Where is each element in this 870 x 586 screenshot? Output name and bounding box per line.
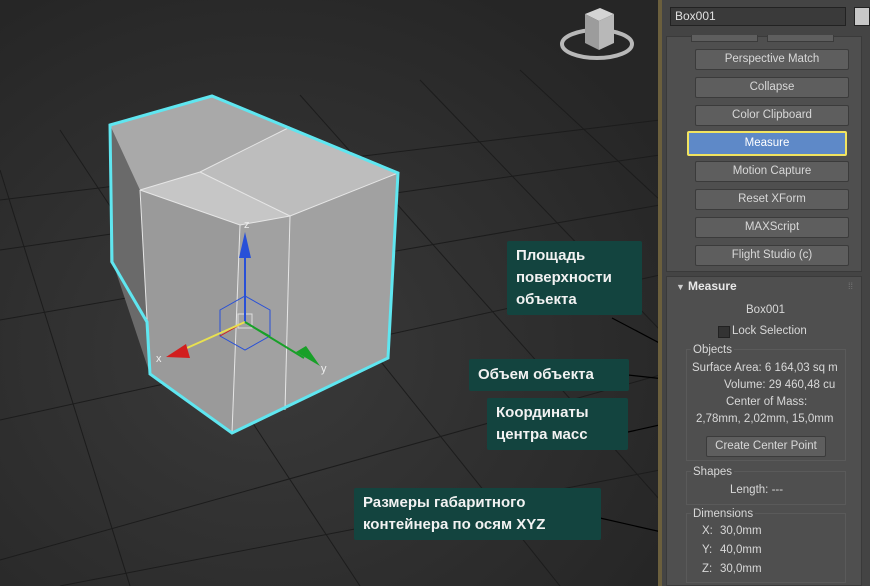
utility-button-motion-capture[interactable]: Motion Capture (695, 161, 849, 182)
utility-button-perspective-match[interactable]: Perspective Match (695, 49, 849, 70)
utility-button-color-clipboard[interactable]: Color Clipboard (695, 105, 849, 126)
utilities-rollout: Perspective Match Collapse Color Clipboard… (666, 35, 862, 272)
rollout-grip-icon: ⁞⁞ (848, 281, 854, 291)
partial-button-left (691, 35, 758, 42)
dimension-x-label: X: (702, 525, 713, 537)
measured-object-name: Box001 (746, 304, 786, 316)
callout-line: центра масс (496, 426, 588, 443)
x-axis-label: x (156, 353, 162, 365)
surface-area-readout: Surface Area: 6 164,03 sq m (692, 362, 838, 374)
dimension-y-value: 40,0mm (720, 544, 762, 556)
y-axis-label: y (321, 363, 327, 375)
lock-selection-checkbox[interactable] (718, 326, 730, 338)
dimension-y-label: Y: (702, 544, 713, 556)
utility-button-measure[interactable]: Measure (687, 131, 847, 156)
measure-rollout-title[interactable]: Measure (688, 279, 737, 293)
objects-group-label: Objects (691, 344, 734, 356)
rollout-collapse-icon[interactable]: ▼ (676, 282, 685, 292)
dimension-z-label: Z: (702, 563, 713, 575)
volume-callout: Объем объекта (469, 359, 629, 391)
lock-selection-label: Lock Selection (732, 325, 807, 337)
utility-button-collapse[interactable]: Collapse (695, 77, 849, 98)
partial-button-right (767, 35, 834, 42)
volume-readout: Volume: 29 460,48 cu (724, 379, 836, 391)
utility-button-reset-xform[interactable]: Reset XForm (695, 189, 849, 210)
surface-area-callout: Площадь поверхности объекта (507, 241, 642, 315)
dimensions-group-label: Dimensions (691, 508, 756, 520)
command-panel: Box001 Perspective Match Collapse Color Cl… (662, 0, 870, 586)
object-color-swatch[interactable] (854, 7, 870, 26)
callout-line: объекта (516, 291, 577, 308)
center-of-mass-callout: Координаты центра масс (487, 398, 628, 450)
dimensions-callout: Размеры габаритного контейнера по осям X… (354, 488, 601, 540)
dimension-z-value: 30,0mm (720, 563, 762, 575)
utility-button-maxscript[interactable]: MAXScript (695, 217, 849, 238)
object-name-field[interactable]: Box001 (670, 7, 846, 26)
callout-line: Координаты (496, 404, 589, 421)
length-readout: Length: --- (730, 484, 784, 496)
center-of-mass-value: 2,78mm, 2,02mm, 15,0mm (696, 413, 834, 425)
callout-line: Размеры габаритного (363, 494, 526, 511)
z-axis-label: z (244, 219, 250, 231)
shapes-group-label: Shapes (691, 466, 735, 478)
create-center-point-button[interactable]: Create Center Point (706, 436, 826, 457)
callout-line: Площадь (516, 247, 586, 264)
utility-button-flight-studio-c[interactable]: Flight Studio (c) (695, 245, 849, 266)
callout-line: поверхности (516, 269, 612, 286)
dimension-x-value: 30,0mm (720, 525, 762, 537)
center-of-mass-label: Center of Mass: (726, 396, 808, 408)
callout-line: контейнера по осям XYZ (363, 516, 546, 533)
